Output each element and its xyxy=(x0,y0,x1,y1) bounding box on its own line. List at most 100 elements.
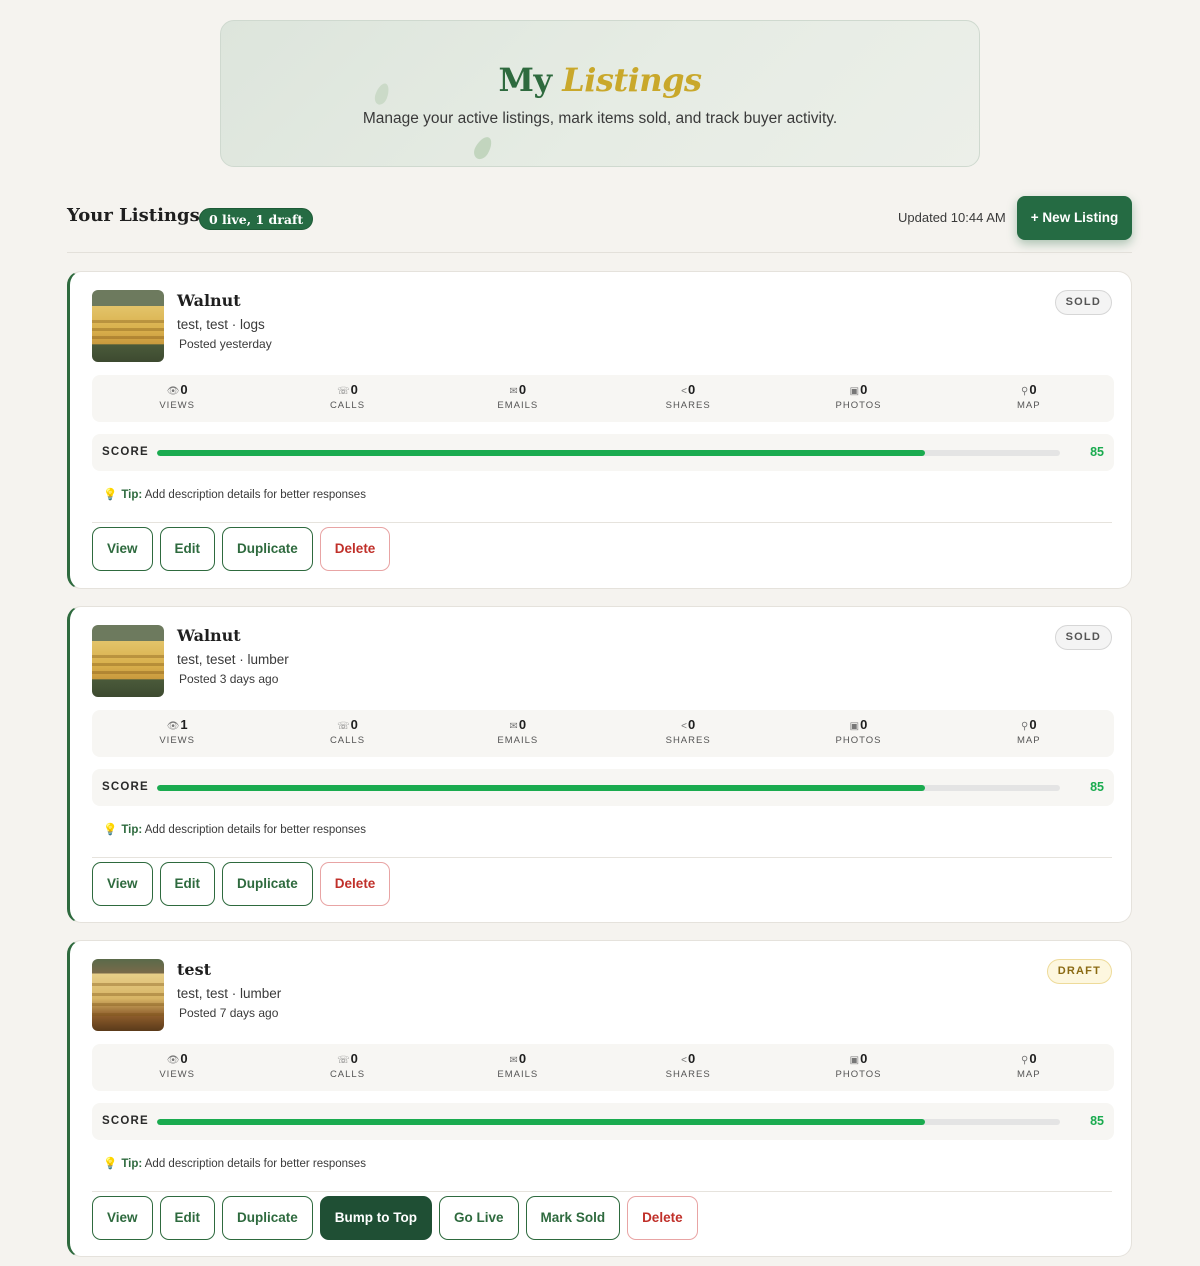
stat-calls-label: CALLS xyxy=(329,400,366,411)
page-title: My Listings xyxy=(221,61,979,99)
new-listing-button[interactable]: + New Listing xyxy=(1017,196,1132,240)
stat-shares-value: 0 xyxy=(687,1051,696,1066)
score-value: 85 xyxy=(1090,445,1104,459)
status-badge: DRAFT xyxy=(1046,959,1112,984)
card-divider xyxy=(92,522,1112,523)
listing-count-badge: 0 live, 1 draft xyxy=(199,208,314,230)
stat-photos: ▣0 PHOTOS xyxy=(773,1044,943,1091)
duplicate-button[interactable]: Duplicate xyxy=(222,1196,313,1240)
stat-map-value: 0 xyxy=(1029,717,1037,732)
go-live-button[interactable]: Go Live xyxy=(439,1196,519,1240)
score-label: SCORE xyxy=(102,1115,149,1127)
stat-emails-label: EMAILS xyxy=(497,400,539,411)
stat-shares-label: SHARES xyxy=(665,1069,711,1080)
photo-icon: ▣ xyxy=(849,386,860,397)
duplicate-button[interactable]: Duplicate xyxy=(222,862,313,906)
section-title: Your Listings xyxy=(67,205,200,226)
listing-thumbnail[interactable] xyxy=(92,625,164,697)
listing-meta: test, test · logs xyxy=(177,317,265,332)
view-button[interactable]: View xyxy=(92,1196,153,1240)
map-pin-icon: ⚲ xyxy=(1021,386,1029,397)
stat-map-label: MAP xyxy=(1017,1069,1041,1080)
phone-icon: ☏ xyxy=(337,721,350,732)
stat-emails-label: EMAILS xyxy=(497,1069,539,1080)
listing-card: Walnut test, teset · lumber Posted 3 day… xyxy=(67,606,1132,923)
stat-views-label: VIEWS xyxy=(159,735,195,746)
view-button[interactable]: View xyxy=(92,862,153,906)
tip-text: 💡 Tip: Add description details for better… xyxy=(103,822,366,836)
listing-thumbnail[interactable] xyxy=(92,959,164,1031)
stat-views-value: 0 xyxy=(180,382,188,397)
stat-views: 👁0 VIEWS xyxy=(92,375,262,422)
lightbulb-icon: 💡 xyxy=(103,824,118,836)
listing-title: test xyxy=(177,960,211,979)
delete-button[interactable]: Delete xyxy=(319,527,391,571)
score-bar: SCORE 85 xyxy=(92,1103,1114,1140)
stat-photos-label: PHOTOS xyxy=(835,400,882,411)
stat-photos-value: 0 xyxy=(860,717,868,732)
stat-emails: ✉0 EMAILS xyxy=(433,375,603,422)
stat-calls-value: 0 xyxy=(350,382,358,397)
stat-calls-label: CALLS xyxy=(329,735,366,746)
tip-label: Tip: xyxy=(121,1158,143,1170)
stat-calls-value: 0 xyxy=(350,717,358,732)
status-badge: SOLD xyxy=(1054,625,1112,650)
stat-map-label: MAP xyxy=(1017,735,1041,746)
stat-calls: ☏0 CALLS xyxy=(262,1044,432,1091)
stat-calls: ☏0 CALLS xyxy=(262,375,432,422)
duplicate-button[interactable]: Duplicate xyxy=(222,527,313,571)
listing-posted: Posted 3 days ago xyxy=(179,672,279,686)
score-label: SCORE xyxy=(102,446,149,458)
listing-actions: View Edit Duplicate Delete xyxy=(92,862,391,906)
photo-icon: ▣ xyxy=(849,1055,860,1066)
mark-sold-button[interactable]: Mark Sold xyxy=(525,1196,621,1240)
section-divider xyxy=(67,252,1132,253)
listing-title: Walnut xyxy=(177,291,241,310)
stat-emails: ✉0 EMAILS xyxy=(433,710,603,757)
score-fill xyxy=(157,785,925,791)
envelope-icon: ✉ xyxy=(509,1055,518,1066)
score-track xyxy=(157,1119,1060,1125)
stat-views-label: VIEWS xyxy=(159,400,195,411)
edit-button[interactable]: Edit xyxy=(159,1196,216,1240)
listing-meta: test, test · lumber xyxy=(177,986,282,1001)
stat-photos: ▣0 PHOTOS xyxy=(773,375,943,422)
stat-photos: ▣0 PHOTOS xyxy=(773,710,943,757)
score-track xyxy=(157,450,1060,456)
bump-to-top-button[interactable]: Bump to Top xyxy=(319,1196,433,1240)
listing-actions: View Edit Duplicate Delete xyxy=(92,527,391,571)
stat-views: 👁1 VIEWS xyxy=(92,710,262,757)
stat-shares-label: SHARES xyxy=(665,735,711,746)
stat-shares: <0 SHARES xyxy=(603,375,773,422)
stat-map: ⚲0 MAP xyxy=(944,1044,1114,1091)
tip-text: 💡 Tip: Add description details for better… xyxy=(103,1156,366,1170)
listing-stats: 👁0 VIEWS ☏0 CALLS ✉0 EMAILS <0 SHARES ▣0 PHOT… xyxy=(92,1044,1114,1091)
phone-icon: ☏ xyxy=(337,1055,350,1066)
stat-emails: ✉0 EMAILS xyxy=(433,1044,603,1091)
stat-photos-label: PHOTOS xyxy=(835,735,882,746)
delete-button[interactable]: Delete xyxy=(627,1196,698,1240)
edit-button[interactable]: Edit xyxy=(159,862,216,906)
listing-posted: Posted 7 days ago xyxy=(179,1006,279,1020)
tip-text: 💡 Tip: Add description details for better… xyxy=(103,487,366,501)
stat-map: ⚲0 MAP xyxy=(944,375,1114,422)
tip-label: Tip: xyxy=(121,489,143,501)
listing-stats: 👁1 VIEWS ☏0 CALLS ✉0 EMAILS <0 SHARES ▣0 PHOT… xyxy=(92,710,1114,757)
edit-button[interactable]: Edit xyxy=(159,527,216,571)
stat-shares-label: SHARES xyxy=(665,400,711,411)
share-icon: < xyxy=(681,721,687,732)
stat-shares: <0 SHARES xyxy=(603,1044,773,1091)
tip-message: Add description details for better respo… xyxy=(144,824,366,836)
share-icon: < xyxy=(681,1055,687,1066)
listing-meta: test, teset · lumber xyxy=(177,652,289,667)
card-divider xyxy=(92,1191,1112,1192)
listing-thumbnail[interactable] xyxy=(92,290,164,362)
stat-emails-value: 0 xyxy=(518,717,527,732)
delete-button[interactable]: Delete xyxy=(319,862,391,906)
view-button[interactable]: View xyxy=(92,527,153,571)
leaf-decoration xyxy=(470,134,496,162)
updated-timestamp: Updated 10:44 AM xyxy=(898,210,1006,225)
photo-icon: ▣ xyxy=(849,721,860,732)
stat-emails-value: 0 xyxy=(518,382,527,397)
stat-calls: ☏0 CALLS xyxy=(262,710,432,757)
